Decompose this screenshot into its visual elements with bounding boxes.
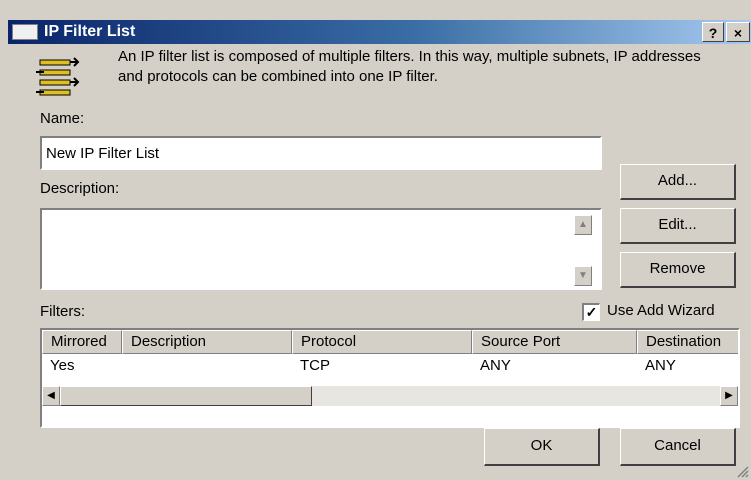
remove-button[interactable]: Remove — [620, 252, 736, 288]
scroll-up-arrow-icon[interactable]: ▲ — [574, 215, 592, 235]
cell-source-port: ANY — [480, 357, 511, 374]
cell-mirrored: Yes — [50, 357, 75, 374]
scroll-down-arrow-icon[interactable]: ▼ — [574, 266, 592, 286]
scroll-right-arrow-icon[interactable]: ▶ — [720, 386, 738, 406]
column-header-protocol[interactable]: Protocol — [292, 330, 472, 354]
cell-protocol: TCP — [300, 357, 330, 374]
resize-grip-icon[interactable] — [735, 464, 749, 478]
column-header-description[interactable]: Description — [122, 330, 292, 354]
column-header-destination[interactable]: Destination — [637, 330, 738, 354]
edit-button[interactable]: Edit... — [620, 208, 736, 244]
cancel-button[interactable]: Cancel — [620, 428, 736, 466]
ip-filter-list-dialog: IP Filter List ? × An IP filter list is … — [0, 0, 751, 480]
description-label: Description: — [40, 180, 120, 197]
add-button[interactable]: Add... — [620, 164, 736, 200]
scroll-left-arrow-icon[interactable]: ◀ — [42, 386, 60, 406]
filter-list-icon — [36, 57, 80, 96]
use-add-wizard-checkbox[interactable]: ✓ — [582, 303, 600, 321]
use-add-wizard-label: Use Add Wizard — [607, 302, 715, 319]
window-icon — [12, 24, 38, 40]
filters-label: Filters: — [40, 303, 85, 320]
window-title: IP Filter List — [44, 23, 136, 40]
help-button[interactable]: ? — [702, 22, 724, 42]
name-field[interactable]: New IP Filter List — [40, 136, 602, 170]
column-header-mirrored[interactable]: Mirrored — [42, 330, 122, 354]
description-field[interactable]: ▲ ▼ — [40, 208, 602, 290]
name-field-value: New IP Filter List — [46, 145, 160, 162]
scrollbar-thumb[interactable] — [60, 386, 312, 406]
info-text: An IP filter list is composed of multipl… — [118, 48, 701, 85]
cell-destination: ANY — [645, 357, 676, 374]
column-header-source-port[interactable]: Source Port — [472, 330, 637, 354]
horizontal-scrollbar[interactable]: ◀ ▶ — [42, 386, 738, 406]
filters-list[interactable]: Mirrored Description Protocol Source Por… — [40, 328, 740, 428]
name-label: Name: — [40, 110, 85, 127]
close-button[interactable]: × — [726, 22, 750, 42]
ok-button[interactable]: OK — [484, 428, 600, 466]
